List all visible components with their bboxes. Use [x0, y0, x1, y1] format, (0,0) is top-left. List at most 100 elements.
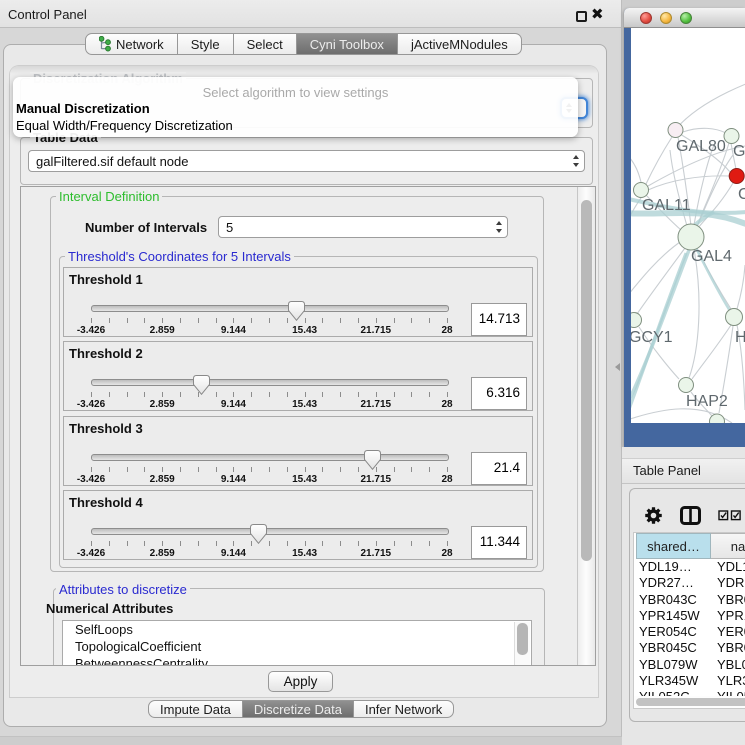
- tab-label: Impute Data: [160, 702, 231, 717]
- threshold-slider-thumb[interactable]: [193, 375, 210, 395]
- table-horizontal-scrollbar[interactable]: [634, 696, 745, 708]
- threshold-slider-thumb[interactable]: [250, 524, 267, 544]
- close-traffic-light[interactable]: [640, 12, 652, 24]
- tab-impute-data[interactable]: Impute Data: [148, 700, 243, 718]
- network-node[interactable]: [729, 169, 744, 184]
- attributes-scrollbar-thumb[interactable]: [517, 623, 528, 655]
- tab-label: Discretize Data: [254, 702, 342, 717]
- slider-tick: [91, 467, 92, 472]
- table-toolbar: [630, 489, 745, 532]
- table-row[interactable]: YDR27…YDR277C: [634, 575, 745, 591]
- control-panel-titlebar: Control Panel ✖: [0, 0, 621, 28]
- threshold-value-field[interactable]: 6.316: [471, 377, 527, 410]
- cell-shared-name: YBL079W: [634, 657, 709, 673]
- network-node[interactable]: [634, 183, 649, 198]
- attributes-scrollbar[interactable]: [514, 622, 530, 666]
- algorithm-option-manual[interactable]: Manual Discretization: [16, 101, 150, 116]
- attribute-item[interactable]: TopologicalCoefficient: [63, 638, 531, 655]
- tab-label: Style: [191, 37, 220, 52]
- column-header-name[interactable]: name: [711, 533, 745, 559]
- threshold-value-field[interactable]: 14.713: [471, 303, 527, 336]
- node-label: GAL4: [691, 248, 732, 266]
- slider-tick-label: 2.859: [150, 399, 175, 410]
- algorithm-placeholder-item[interactable]: Select algorithm to view settings: [13, 85, 578, 100]
- threshold-slider-track[interactable]: [91, 454, 449, 461]
- network-node[interactable]: [631, 313, 642, 328]
- attribute-item[interactable]: SelfLoops: [63, 621, 531, 638]
- table-row[interactable]: YBL079WYBL079W: [634, 657, 745, 673]
- tab-infer-network[interactable]: Infer Network: [354, 700, 454, 718]
- cell-name: YLR345W: [709, 673, 745, 689]
- node-label: GAL80: [676, 138, 726, 156]
- network-canvas[interactable]: GAL80GACGAL11GAL4GCY1HHAP2: [631, 28, 745, 423]
- table-row[interactable]: YPR145WYPR145W: [634, 608, 745, 624]
- network-node[interactable]: [724, 129, 739, 144]
- threshold-slider-track[interactable]: [91, 379, 449, 386]
- slider-tick: [358, 467, 359, 472]
- network-node[interactable]: [726, 309, 743, 326]
- tab-jactivemnodules[interactable]: jActiveMNodules: [398, 33, 522, 55]
- threshold-label: Threshold 3: [69, 421, 143, 436]
- slider-tick: [411, 392, 412, 397]
- tab-style[interactable]: Style: [178, 33, 234, 55]
- close-icon[interactable]: ✖: [591, 5, 604, 23]
- apply-button[interactable]: Apply: [268, 671, 333, 692]
- tab-network[interactable]: Network: [85, 33, 178, 55]
- network-edge: [737, 265, 745, 309]
- slider-tick: [144, 467, 145, 472]
- float-window-icon[interactable]: [576, 11, 587, 22]
- split-view-icon[interactable]: [680, 506, 701, 525]
- table-row[interactable]: YLR345WYLR345W: [634, 673, 745, 689]
- threshold-value-field[interactable]: 11.344: [471, 526, 527, 559]
- table-panel-titlebar: Table Panel: [622, 458, 745, 484]
- number-of-intervals-combobox[interactable]: 5: [218, 216, 508, 238]
- cell-name: YBR043C: [709, 592, 745, 608]
- attribute-item[interactable]: BetweennessCentrality: [63, 655, 531, 666]
- slider-tick-label: 15.43: [292, 399, 317, 410]
- slider-tick: [269, 318, 270, 323]
- slider-tick: [198, 318, 199, 323]
- table-row[interactable]: YBR043CYBR043C: [634, 592, 745, 608]
- tab-select[interactable]: Select: [234, 33, 297, 55]
- threshold-label: Threshold 1: [69, 272, 143, 287]
- threshold-slider-thumb[interactable]: [288, 301, 305, 321]
- zoom-traffic-light[interactable]: [680, 12, 692, 24]
- threshold-label: Threshold 2: [69, 346, 143, 361]
- algorithm-option-equal-width[interactable]: Equal Width/Frequency Discretization: [16, 118, 233, 133]
- threshold-slider-track[interactable]: [91, 528, 449, 535]
- network-edge: [646, 137, 672, 184]
- network-edge: [631, 156, 641, 182]
- column-header-shared-name[interactable]: shared…: [636, 533, 711, 559]
- slider-tick: [251, 318, 252, 323]
- table-row[interactable]: YDL19…YDL194W: [634, 559, 745, 575]
- table-rows: YDL19…YDL194WYDR27…YDR277CYBR043CYBR043C…: [634, 559, 745, 706]
- slider-tick: [251, 541, 252, 546]
- scrollbar-thumb[interactable]: [581, 200, 592, 561]
- numerical-attributes-list[interactable]: SelfLoopsTopologicalCoefficientBetweenne…: [62, 620, 532, 666]
- gear-icon[interactable]: [645, 507, 662, 524]
- settings-scroll-area: Interval Definition Number of Intervals …: [20, 186, 596, 666]
- network-node[interactable]: [668, 123, 683, 138]
- threshold-slider-track[interactable]: [91, 305, 449, 312]
- table-hscrollbar-thumb[interactable]: [636, 698, 745, 706]
- slider-tick: [305, 467, 306, 472]
- minimize-traffic-light[interactable]: [660, 12, 672, 24]
- tab-discretize-data[interactable]: Discretize Data: [243, 700, 354, 718]
- slider-tick-label: 28: [441, 325, 452, 336]
- table-data-combobox[interactable]: galFiltered.sif default node: [28, 150, 585, 172]
- threshold-value-field[interactable]: 21.4: [471, 452, 527, 485]
- threshold-panel-1: Threshold 1-3.4262.8599.14415.4321.71528…: [63, 267, 533, 337]
- cell-name: YPR145W: [709, 608, 745, 624]
- threshold-slider-thumb[interactable]: [364, 450, 381, 470]
- tab-cyni-toolbox[interactable]: Cyni Toolbox: [297, 33, 398, 55]
- column-checkboxes-icon[interactable]: [718, 510, 744, 522]
- slider-tick-label: 21.715: [361, 325, 392, 336]
- table-row[interactable]: YER054CYER054C: [634, 624, 745, 640]
- table-row[interactable]: YBR045CYBR045C: [634, 640, 745, 656]
- tab-label: Select: [247, 37, 283, 52]
- split-pane-handle[interactable]: [615, 363, 620, 371]
- network-node[interactable]: [679, 378, 694, 393]
- slider-tick-label: -3.426: [77, 548, 105, 559]
- network-node[interactable]: [678, 224, 704, 250]
- vertical-scrollbar[interactable]: [577, 187, 596, 665]
